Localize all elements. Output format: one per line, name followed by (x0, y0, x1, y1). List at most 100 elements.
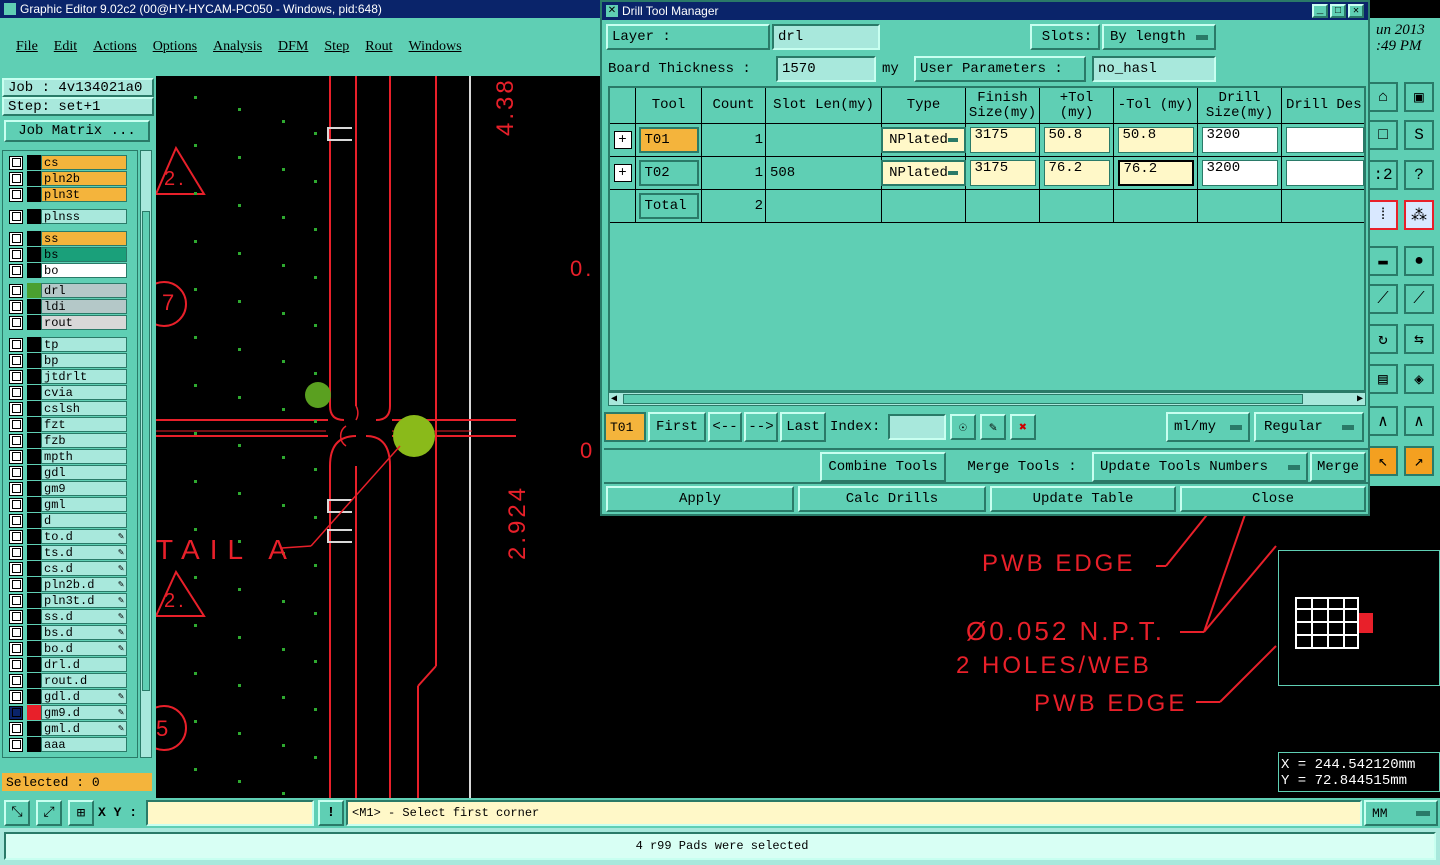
menu-edit[interactable]: Edit (54, 39, 77, 55)
cell-value-des[interactable] (1285, 127, 1364, 153)
layer-checkbox[interactable] (9, 433, 23, 448)
layer-checkbox[interactable] (9, 529, 23, 544)
index-input[interactable] (888, 414, 946, 440)
layer-row-gdl[interactable]: gdl (9, 465, 127, 480)
prev-button[interactable]: <-- (708, 412, 742, 442)
layer-row-tp[interactable]: tp (9, 337, 127, 352)
zoom-fit-button[interactable]: ⤡ (4, 800, 30, 826)
arc-tool-button[interactable]: ∧ (1368, 406, 1398, 436)
layer-checkbox[interactable] (9, 385, 23, 400)
user-params-input[interactable]: no_hasl (1092, 56, 1216, 82)
column-header[interactable]: Count (702, 88, 766, 124)
column-header[interactable]: Type (882, 88, 966, 124)
cell-value-type[interactable]: NPlated (881, 160, 966, 186)
layer-color-swatch[interactable] (27, 247, 41, 262)
layer-row-d[interactable]: d (9, 513, 127, 528)
layer-row-bs-d[interactable]: bs.d ✎ (9, 625, 127, 640)
layer-checkbox[interactable] (9, 737, 23, 752)
layer-input[interactable]: drl (772, 24, 880, 50)
layer-color-swatch[interactable] (27, 433, 41, 448)
layer-color-swatch[interactable] (27, 231, 41, 246)
column-header[interactable]: Finish Size(my) (966, 88, 1040, 124)
cell-value-finish[interactable]: 3175 (969, 127, 1036, 153)
layer-checkbox[interactable] (9, 369, 23, 384)
layer-row-jtdrlt[interactable]: jtdrlt (9, 369, 127, 384)
layer-color-swatch[interactable] (27, 283, 41, 298)
layer-checkbox[interactable] (9, 625, 23, 640)
layer-checkbox[interactable] (9, 247, 23, 262)
layer-checkbox[interactable] (9, 561, 23, 576)
menu-windows[interactable]: Windows (409, 39, 462, 55)
layer-checkbox[interactable] (9, 593, 23, 608)
layer-row-rout-d[interactable]: rout.d (9, 673, 127, 688)
zoom-area-button[interactable]: ⤢ (36, 800, 62, 826)
layer-color-swatch[interactable] (27, 337, 41, 352)
edit-button[interactable]: ✎ (980, 414, 1006, 440)
layer-row-mpth[interactable]: mpth (9, 449, 127, 464)
layer-checkbox[interactable] (9, 497, 23, 512)
update-table-button[interactable]: Update Table (990, 486, 1176, 512)
layer-color-swatch[interactable] (27, 369, 41, 384)
pointer2-tool-button[interactable]: ↗ (1404, 446, 1434, 476)
layer-checkbox[interactable] (9, 283, 23, 298)
layer-row-bo-d[interactable]: bo.d ✎ (9, 641, 127, 656)
layer-color-swatch[interactable] (27, 449, 41, 464)
cell-value-ptol[interactable]: 76.2 (1043, 160, 1110, 186)
layer-color-swatch[interactable] (27, 737, 41, 752)
cell-value-mtol[interactable]: 50.8 (1117, 127, 1194, 153)
layer-checkbox[interactable] (9, 673, 23, 688)
layer-checkbox[interactable] (9, 609, 23, 624)
shapes-tool-button[interactable]: ◈ (1404, 364, 1434, 394)
layer-checkbox[interactable] (9, 209, 23, 224)
menu-dfm[interactable]: DFM (278, 39, 308, 55)
layer-row-ss[interactable]: ss (9, 231, 127, 246)
menu-rout[interactable]: Rout (365, 39, 392, 55)
scroll-left-icon[interactable]: ◀ (611, 393, 617, 405)
combine-tools-button[interactable]: Combine Tools (820, 452, 946, 482)
column-header[interactable]: -Tol (my) (1114, 88, 1198, 124)
alert-button[interactable]: ! (318, 800, 344, 826)
layer-row-to-d[interactable]: to.d ✎ (9, 529, 127, 544)
main-title-bar[interactable]: Graphic Editor 9.02c2 (00@HY-HYCAM-PC050… (0, 0, 600, 18)
scroll-right-icon[interactable]: ▶ (1357, 393, 1363, 405)
layer-checkbox[interactable] (9, 577, 23, 592)
cell-value-mtol[interactable]: 76.2 (1117, 160, 1194, 186)
rotate-tool-button[interactable]: ↻ (1368, 324, 1398, 354)
layer-color-swatch[interactable] (27, 705, 41, 720)
first-button[interactable]: First (648, 412, 706, 442)
layer-row-cvia[interactable]: cvia (9, 385, 127, 400)
line2-tool-button[interactable]: ⟋ (1404, 284, 1434, 314)
layer-color-swatch[interactable] (27, 577, 41, 592)
menu-file[interactable]: File (16, 39, 38, 55)
layer-scrollbar[interactable] (140, 150, 152, 758)
layer-color-swatch[interactable] (27, 593, 41, 608)
units-dropdown[interactable]: MM (1364, 800, 1438, 826)
layer-checkbox[interactable] (9, 315, 23, 330)
hscroll-thumb[interactable] (623, 394, 1303, 404)
zoom-tool-button[interactable]: □ (1368, 120, 1398, 150)
layer-color-swatch[interactable] (27, 689, 41, 704)
table-hscrollbar[interactable]: ◀ ▶ (608, 392, 1366, 406)
next-button[interactable]: --> (744, 412, 778, 442)
layer-row-fzb[interactable]: fzb (9, 433, 127, 448)
layer-row-cs-d[interactable]: cs.d ✎ (9, 561, 127, 576)
connect-tool-button[interactable]: ⁂ (1404, 200, 1434, 230)
layer-checkbox[interactable] (9, 657, 23, 672)
menu-options[interactable]: Options (153, 39, 197, 55)
layer-checkbox[interactable] (9, 417, 23, 432)
board-thickness-input[interactable]: 1570 (776, 56, 876, 82)
grid-snap-button[interactable]: ⊞ (68, 800, 94, 826)
overview-viewport[interactable] (1359, 613, 1373, 633)
layer-checkbox[interactable] (9, 353, 23, 368)
layer-row-bs[interactable]: bs (9, 247, 127, 262)
layer-checkbox[interactable] (9, 721, 23, 736)
cell-value-des[interactable] (1285, 160, 1364, 186)
search-button[interactable]: ☉ (950, 414, 976, 440)
layer-row-gml[interactable]: gml (9, 497, 127, 512)
layer-color-swatch[interactable] (27, 187, 41, 202)
mirror-tool-button[interactable]: ⇆ (1404, 324, 1434, 354)
layer-color-swatch[interactable] (27, 401, 41, 416)
layer-color-swatch[interactable] (27, 263, 41, 278)
layer-row-pln2b[interactable]: pln2b (9, 171, 127, 186)
column-header[interactable]: Drill Des (1282, 88, 1364, 124)
